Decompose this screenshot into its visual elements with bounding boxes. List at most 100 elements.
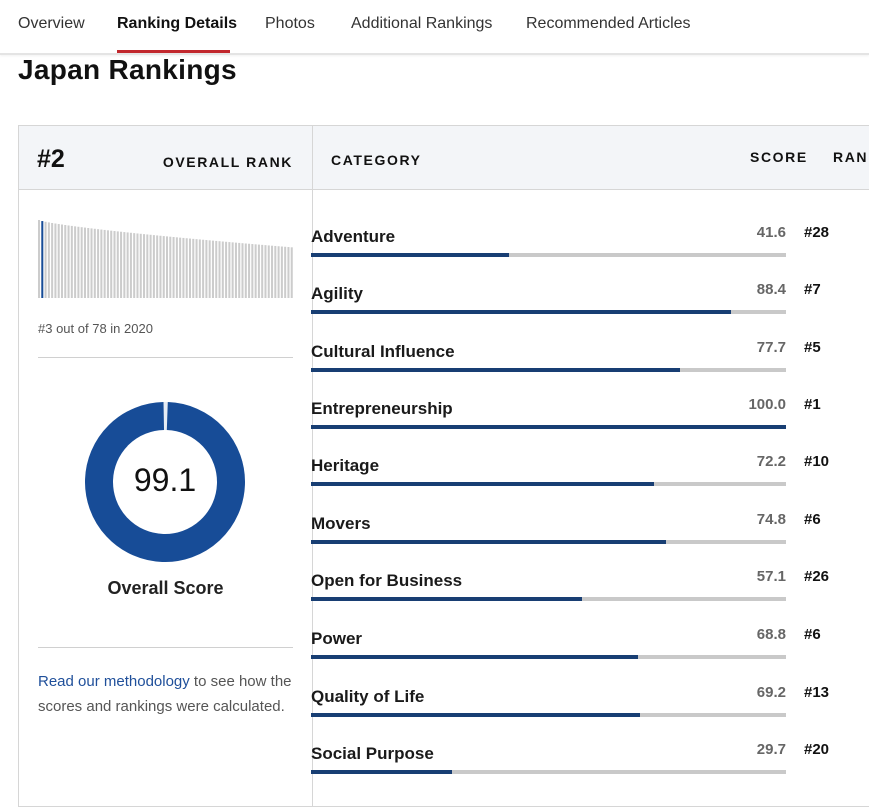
rank-history-bar — [67, 225, 70, 298]
rank-history-bar — [149, 234, 152, 298]
score-bar-fill — [311, 597, 583, 601]
tab-photos[interactable]: Photos — [265, 15, 315, 33]
rank-history-caption: #3 out of 78 in 2020 — [38, 321, 153, 336]
rank-history-bar — [231, 242, 234, 298]
rank-history-bar — [83, 227, 86, 298]
table-row: Social Purpose 29.7 #20 — [311, 724, 869, 781]
rank-history-bar — [87, 228, 90, 298]
rank-history-bar — [261, 244, 264, 298]
rank-history-bar — [241, 243, 244, 298]
section-nav: Overview Ranking Details Photos Addition… — [0, 0, 869, 55]
table-row: Entrepreneurship 100.0 #1 — [311, 379, 869, 436]
rank-history-bar — [133, 233, 136, 298]
category-name: Adventure — [311, 227, 396, 246]
rank-history-bar — [120, 231, 123, 298]
rank-history-bar — [106, 230, 109, 298]
overall-rank-value: #2 — [37, 145, 65, 173]
rank-history-bar — [152, 235, 155, 298]
active-tab-indicator — [117, 50, 230, 53]
tab-ranking-details[interactable]: Ranking Details — [117, 15, 237, 33]
score-bar-fill — [311, 770, 453, 774]
category-score: 100.0 — [748, 396, 786, 413]
rank-history-bar — [277, 246, 280, 298]
rank-history-bar — [129, 232, 132, 298]
category-score: 57.1 — [756, 568, 786, 585]
category-score: 88.4 — [756, 281, 786, 298]
rank-history-bar — [97, 229, 100, 298]
table-row: Quality of Life 69.2 #13 — [311, 667, 869, 724]
rank-history-bar — [185, 238, 188, 298]
tab-overview[interactable]: Overview — [18, 15, 85, 33]
rank-history-bar — [64, 225, 67, 298]
category-rank: #7 — [804, 281, 821, 298]
category-name: Heritage — [311, 456, 380, 475]
rank-history-bar — [211, 240, 214, 298]
overall-score-value: 99.1 — [133, 462, 197, 498]
rank-header[interactable]: RANK — [833, 149, 869, 165]
tab-additional-rankings[interactable]: Additional Rankings — [351, 15, 492, 33]
score-bar-fill — [311, 655, 638, 659]
rank-history-bar — [103, 229, 106, 298]
rank-history-bar — [257, 244, 260, 298]
rank-history-bar — [274, 245, 277, 298]
score-bar-fill — [311, 425, 786, 429]
rank-history-bar — [57, 224, 60, 298]
rank-history-bar — [228, 242, 231, 298]
divider — [38, 647, 293, 648]
rank-history-bar — [80, 227, 83, 298]
table-row: Agility 88.4 #7 — [311, 264, 869, 321]
page-title: Japan Rankings — [18, 54, 237, 85]
table-row: Open for Business 57.1 #26 — [311, 551, 869, 608]
category-score: 29.7 — [756, 741, 786, 758]
rank-history-bar — [290, 247, 293, 298]
category-name: Cultural Influence — [311, 342, 455, 361]
rank-history-bar — [93, 228, 96, 298]
rank-history-bar — [202, 239, 205, 298]
score-bar-track — [311, 310, 786, 314]
rank-history-bar — [159, 235, 162, 298]
score-bar-track — [311, 597, 786, 601]
rank-history-bar — [271, 245, 274, 298]
tab-recommended-articles[interactable]: Recommended Articles — [526, 15, 691, 33]
rank-history-bar — [51, 222, 54, 298]
category-name: Movers — [311, 514, 371, 533]
rank-history-bar — [248, 243, 251, 298]
rank-history-bar — [244, 243, 247, 298]
rank-history-bar — [205, 240, 208, 298]
category-rank: #6 — [804, 511, 821, 528]
rank-history-bar — [172, 237, 175, 298]
score-bar-track — [311, 368, 786, 372]
category-score: 68.8 — [756, 626, 786, 643]
rank-history-bar — [90, 228, 93, 298]
score-bar-track — [311, 253, 786, 257]
rank-history-bar — [143, 234, 146, 298]
score-bar-track — [311, 770, 786, 774]
category-rank: #6 — [804, 626, 821, 643]
score-bar-fill — [311, 540, 667, 544]
score-header[interactable]: SCORE — [750, 149, 808, 165]
rank-history-bar — [77, 226, 80, 298]
rank-history-bar — [146, 234, 149, 298]
methodology-link[interactable]: Read our methodology — [38, 673, 190, 690]
score-bar-fill — [311, 253, 509, 257]
category-rank: #1 — [804, 396, 821, 413]
rank-history-bar — [47, 222, 50, 298]
rank-history-bar — [110, 230, 113, 298]
rank-history-bar — [195, 239, 198, 298]
table-row: Movers 74.8 #6 — [311, 494, 869, 551]
rank-history-bar — [60, 224, 63, 298]
rank-history-bar — [264, 245, 267, 298]
category-score: 72.2 — [756, 453, 786, 470]
rank-history-bar — [38, 220, 41, 298]
rank-history-bar — [116, 231, 119, 298]
rank-history-bar — [218, 241, 221, 298]
rank-history-bar — [100, 229, 103, 298]
category-score: 69.2 — [756, 684, 786, 701]
rank-history-bar — [287, 247, 290, 298]
rank-history-bar — [192, 238, 195, 298]
rank-history-bar — [251, 244, 254, 298]
score-bar-track — [311, 540, 786, 544]
score-bar-track — [311, 713, 786, 717]
overall-rank-label: OVERALL RANK — [162, 154, 293, 170]
overall-score-label: Overall Score — [107, 578, 224, 598]
